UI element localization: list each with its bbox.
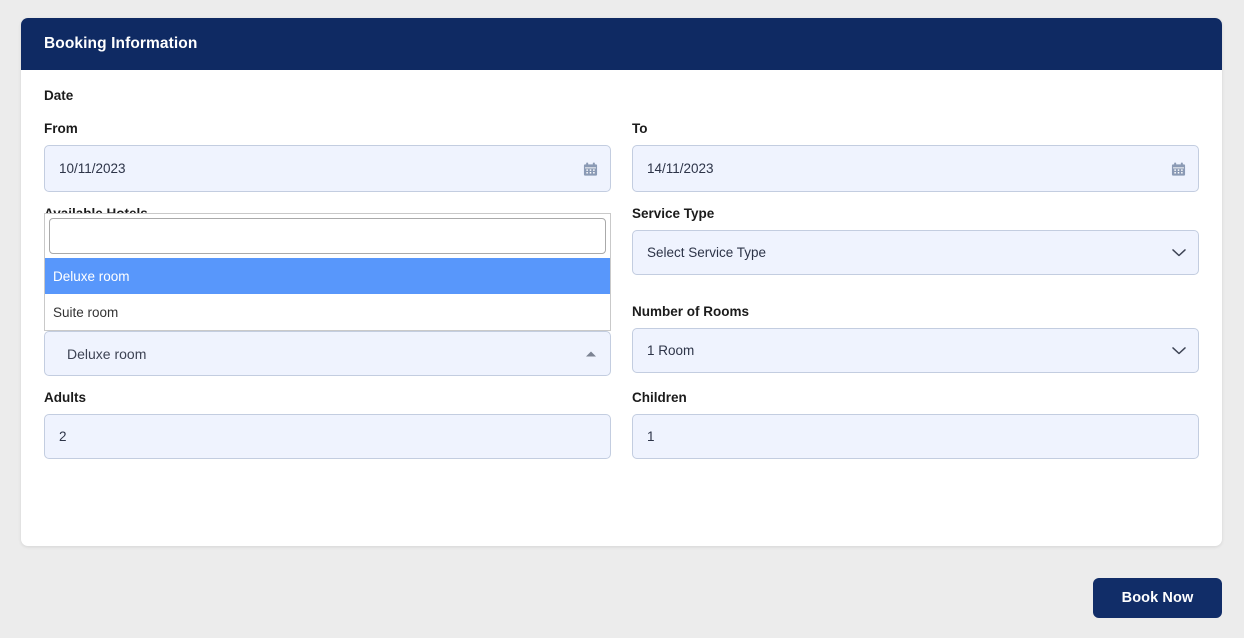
calendar-icon[interactable] bbox=[1171, 161, 1186, 176]
hotels-service-row: Available Hotels Deluxe room Suite room bbox=[44, 206, 1199, 376]
adults-input[interactable]: 2 bbox=[44, 414, 611, 459]
dropdown-search-area bbox=[45, 214, 610, 258]
to-field-group: To 14/11/2023 bbox=[632, 121, 1199, 192]
children-group: Children 1 bbox=[632, 390, 1199, 459]
available-hotels-select[interactable]: Deluxe room bbox=[44, 331, 611, 376]
children-value: 1 bbox=[647, 428, 655, 444]
from-date-input[interactable]: 10/11/2023 bbox=[44, 145, 611, 192]
service-type-label: Service Type bbox=[632, 206, 715, 221]
chevron-down-icon[interactable] bbox=[1172, 346, 1186, 355]
available-hotels-option-suite-room[interactable]: Suite room bbox=[45, 294, 610, 330]
number-of-rooms-label: Number of Rooms bbox=[632, 304, 750, 319]
footer-actions: Book Now bbox=[21, 578, 1222, 618]
date-row: From 10/11/2023 To 14/11/2023 bbox=[44, 121, 1199, 192]
calendar-icon[interactable] bbox=[583, 161, 598, 176]
to-date-input[interactable]: 14/11/2023 bbox=[632, 145, 1199, 192]
from-label: From bbox=[44, 121, 78, 136]
available-hotels-group: Available Hotels Deluxe room Suite room bbox=[44, 206, 611, 376]
available-hotels-option-deluxe-room[interactable]: Deluxe room bbox=[45, 258, 610, 294]
chevron-up-icon[interactable] bbox=[586, 351, 596, 356]
service-type-select[interactable]: Select Service Type bbox=[632, 230, 1199, 275]
from-date-value: 10/11/2023 bbox=[59, 160, 126, 176]
available-hotels-dropdown-panel: Deluxe room Suite room bbox=[44, 213, 611, 331]
number-of-rooms-select[interactable]: 1 Room bbox=[632, 328, 1199, 373]
available-hotels-options-list: Deluxe room Suite room bbox=[45, 258, 610, 330]
available-hotels-search-input[interactable] bbox=[49, 218, 606, 254]
date-section-title: Date bbox=[44, 88, 74, 103]
adults-group: Adults 2 bbox=[44, 390, 611, 459]
card-body: Date From 10/11/2023 To 14/11/2023 Delux… bbox=[21, 70, 1222, 459]
from-field-group: From 10/11/2023 bbox=[44, 121, 611, 192]
service-type-value: Select Service Type bbox=[647, 244, 767, 260]
children-label: Children bbox=[632, 390, 687, 405]
available-hotels-select-wrap: Deluxe room Suite room Deluxe room bbox=[44, 213, 611, 376]
page-title: Booking Information bbox=[44, 35, 198, 52]
booking-information-card: Booking Information Date From 10/11/2023 bbox=[21, 18, 1222, 546]
number-of-rooms-value: 1 Room bbox=[647, 342, 695, 358]
right-column-group: Service Type Select Service Type Number … bbox=[632, 206, 1199, 376]
children-input[interactable]: 1 bbox=[632, 414, 1199, 459]
to-date-value: 14/11/2023 bbox=[647, 160, 714, 176]
guests-row: Adults 2 Children 1 bbox=[44, 390, 1199, 459]
available-hotels-selected-value: Deluxe room bbox=[67, 345, 147, 362]
adults-value: 2 bbox=[59, 428, 67, 444]
adults-label: Adults bbox=[44, 390, 86, 405]
chevron-down-icon[interactable] bbox=[1172, 248, 1186, 257]
book-now-button[interactable]: Book Now bbox=[1093, 578, 1222, 618]
card-header: Booking Information bbox=[21, 18, 1222, 70]
to-label: To bbox=[632, 121, 648, 136]
